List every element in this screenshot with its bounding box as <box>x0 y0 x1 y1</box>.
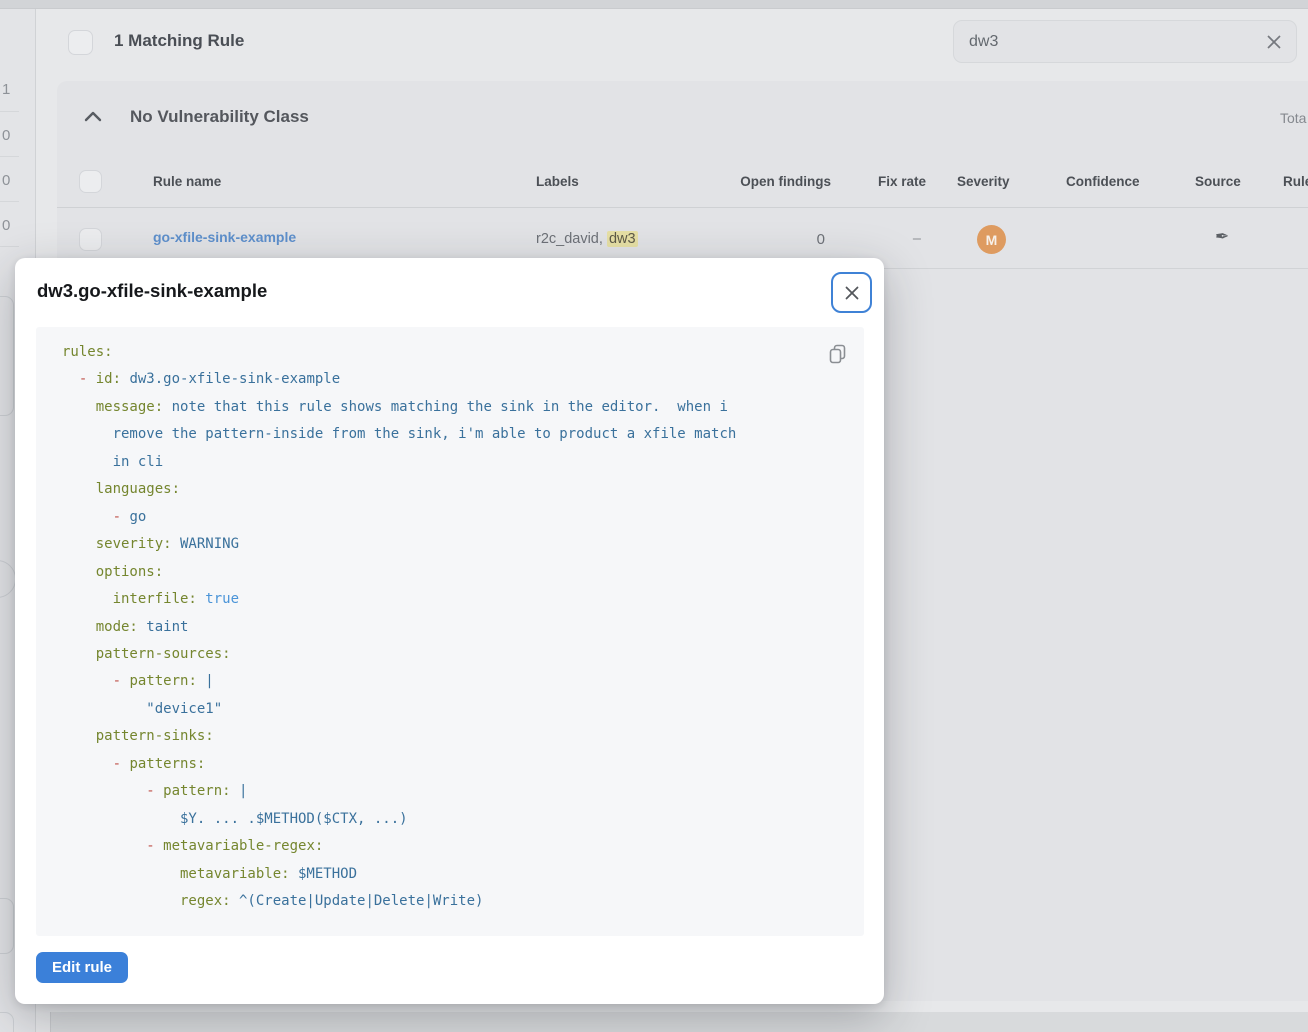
row-checkbox[interactable] <box>79 228 102 251</box>
close-icon <box>843 284 861 302</box>
rail-ghost-button <box>0 296 14 416</box>
clear-search-icon[interactable] <box>1264 32 1284 52</box>
rail-ghost-button <box>0 1012 14 1032</box>
table-row-rule-name: go-xfile-sink-example <box>153 229 296 246</box>
labels-text: r2c_david, <box>536 231 607 247</box>
rail-ghost-button <box>0 898 14 954</box>
matching-rules-count: 1 Matching Rule <box>114 31 244 51</box>
select-all-rules-checkbox[interactable] <box>68 30 93 55</box>
rail-divider <box>0 111 19 112</box>
rule-yaml-codeblock: rules: - id: dw3.go-xfile-sink-example m… <box>36 327 864 936</box>
column-header-labels: Labels <box>536 174 579 189</box>
edit-rule-button[interactable]: Edit rule <box>36 952 128 983</box>
column-header-confidence: Confidence <box>1066 174 1140 189</box>
close-button[interactable] <box>831 272 872 313</box>
code-content: rules: - id: dw3.go-xfile-sink-example m… <box>62 339 736 916</box>
column-header-open-findings: Open findings <box>740 174 831 189</box>
rail-divider <box>0 246 19 247</box>
copy-icon[interactable] <box>827 343 849 365</box>
rule-detail-modal: dw3.go-xfile-sink-example rules: - id: d… <box>15 258 884 1004</box>
rule-search-box <box>953 20 1297 63</box>
rail-ghost-circle <box>0 560 16 598</box>
rail-divider <box>0 156 19 157</box>
column-header-severity: Severity <box>957 174 1010 189</box>
rail-count: 1 <box>2 81 16 98</box>
section-title: No Vulnerability Class <box>130 107 309 127</box>
column-header-rule-name: Rule name <box>153 174 221 189</box>
top-strip <box>0 0 1308 9</box>
rule-search-input[interactable] <box>969 21 1209 62</box>
pen-nib-source-icon[interactable]: ✒ <box>1215 227 1229 247</box>
highlighted-label: dw3 <box>607 231 638 247</box>
severity-medium-badge: M <box>977 225 1006 254</box>
header-divider <box>57 207 1308 208</box>
select-group-checkbox[interactable] <box>79 170 102 193</box>
rule-name-link[interactable]: go-xfile-sink-example <box>153 229 296 245</box>
fix-rate-value: – <box>913 231 921 247</box>
collapse-section-icon[interactable] <box>80 104 106 130</box>
rail-count: 0 <box>2 172 16 189</box>
bottom-band <box>50 1012 1308 1032</box>
column-header-fix-rate: Fix rate <box>878 174 926 189</box>
rail-count: 0 <box>2 217 16 234</box>
screen: 1 0 0 0 1 Matching Rule No Vulnerability… <box>0 0 1308 1032</box>
modal-title: dw3.go-xfile-sink-example <box>37 280 267 302</box>
column-header-rule-partial: Rule <box>1283 174 1308 189</box>
column-header-source: Source <box>1195 174 1241 189</box>
table-row-labels: r2c_david, dw3 <box>536 231 638 247</box>
rail-count: 0 <box>2 127 16 144</box>
total-label: Tota <box>1280 110 1306 126</box>
open-findings-value: 0 <box>817 231 825 248</box>
rail-divider <box>0 201 19 202</box>
